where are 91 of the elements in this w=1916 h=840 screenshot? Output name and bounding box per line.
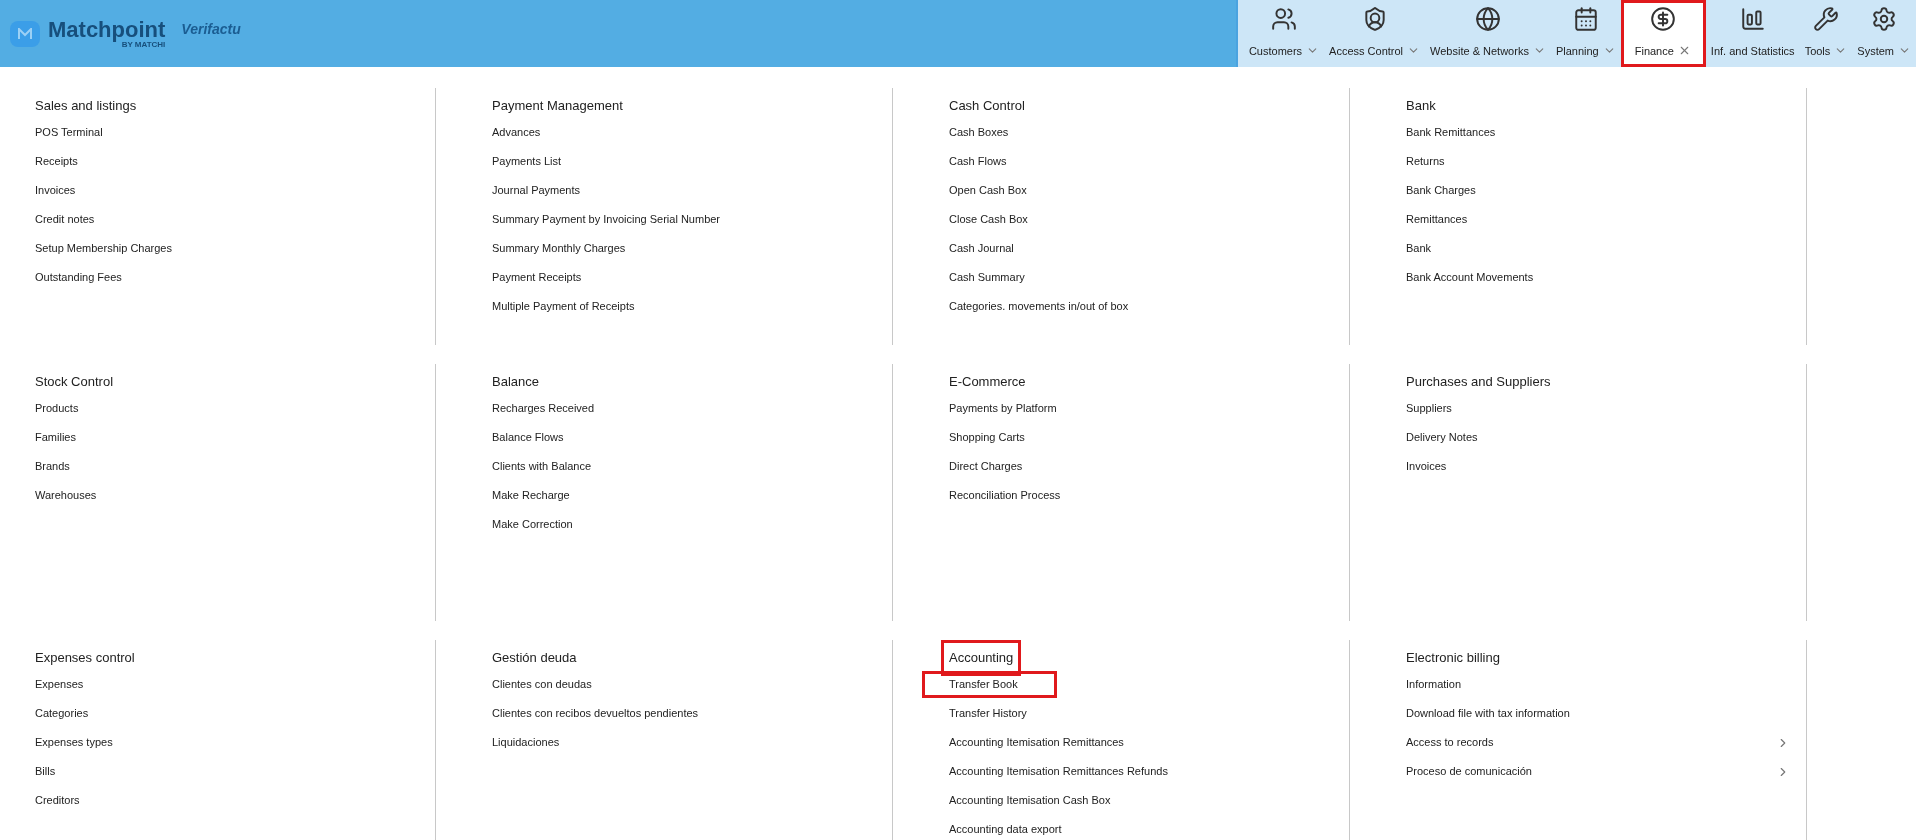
menu-link[interactable]: Expenses types (35, 734, 113, 751)
menu-link[interactable]: Bank Charges (1406, 182, 1476, 199)
menu-link[interactable]: Advances (492, 124, 541, 141)
menu-link[interactable]: Proceso de comunicación (1406, 763, 1532, 780)
menu-link[interactable]: Clients with Balance (492, 458, 592, 475)
wrench-icon (1812, 6, 1839, 32)
menu-link[interactable]: Payment Receipts (492, 269, 582, 286)
menu-link[interactable]: Make Correction (492, 516, 573, 533)
menu-link[interactable]: Liquidaciones (492, 734, 560, 751)
section-title: Gestión deuda (492, 649, 577, 668)
nav-tab[interactable]: System (1852, 0, 1916, 67)
section-title: Cash Control (949, 97, 1025, 116)
dollar-icon (1649, 6, 1676, 32)
menu-link[interactable]: Suppliers (1406, 400, 1452, 417)
menu-link[interactable]: Make Recharge (492, 487, 570, 504)
bar-chart-icon (1739, 6, 1766, 32)
menu-link[interactable]: Returns (1406, 153, 1445, 170)
menu-link[interactable]: Cash Summary (949, 269, 1025, 286)
menu-link[interactable]: Cash Journal (949, 240, 1014, 257)
nav-tab[interactable]: Access Control (1324, 0, 1426, 67)
section-title: Accounting (941, 640, 1022, 676)
menu-link[interactable]: Information (1406, 676, 1462, 693)
menu-link[interactable]: Clientes con recibos devueltos pendientes (492, 705, 699, 722)
section-title: Expenses control (35, 649, 135, 668)
menu-link[interactable]: Bank Remittances (1406, 124, 1496, 141)
section-title: Payment Management (492, 97, 623, 116)
nav-tab[interactable]: Website & Networks (1425, 0, 1551, 67)
menu-link[interactable]: Invoices (1406, 458, 1447, 475)
menu-link[interactable]: Summary Payment by Invoicing Serial Number (492, 211, 721, 228)
menu-link[interactable]: Transfer History (949, 705, 1027, 722)
menu-link[interactable]: Multiple Payment of Receipts (492, 298, 635, 315)
menu-link[interactable]: Bills (35, 763, 56, 780)
globe-icon (1474, 6, 1501, 32)
nav-tab[interactable]: Customers (1243, 0, 1325, 67)
menu-link[interactable]: Families (35, 429, 76, 446)
calendar-icon (1572, 6, 1599, 32)
menu-link[interactable]: Access to records (1406, 734, 1494, 751)
menu-link[interactable]: Download file with tax information (1406, 705, 1570, 722)
menu-link[interactable]: Categories. movements in/out of box (949, 298, 1129, 315)
menu-link[interactable]: Products (35, 400, 79, 417)
menu-link[interactable]: Receipts (35, 153, 78, 170)
menu-link[interactable]: Payments by Platform (949, 400, 1057, 417)
menu-link[interactable]: Accounting Itemisation Remittances Refunds (949, 763, 1168, 780)
menu-link[interactable]: Reconciliation Process (949, 487, 1061, 504)
nav-tab[interactable]: Inf. and Statistics (1705, 0, 1800, 67)
menu-link[interactable]: Transfer Book (922, 671, 1057, 698)
nav-tab[interactable]: Finance (1620, 0, 1706, 67)
section-title: Bank (1406, 97, 1436, 116)
section-title: Stock Control (35, 373, 114, 392)
partner-logo: Verifactu (181, 20, 241, 39)
menu-link[interactable]: Remittances (1406, 211, 1468, 228)
section-title: Sales and listings (35, 97, 137, 116)
menu-link[interactable]: Credit notes (35, 211, 95, 228)
menu-link[interactable]: POS Terminal (35, 124, 103, 141)
menu-link[interactable]: Clientes con deudas (492, 676, 592, 693)
menu-link[interactable]: Close Cash Box (949, 211, 1028, 228)
section-title: Electronic billing (1406, 649, 1500, 668)
section-title: E-Commerce (949, 373, 1026, 392)
logo-byline: BY MATCHI (121, 40, 166, 49)
menu-link[interactable]: Expenses (35, 676, 84, 693)
menu-link[interactable]: Warehouses (35, 487, 97, 504)
menu-link[interactable]: Open Cash Box (949, 182, 1027, 199)
menu-link[interactable]: Bank Account Movements (1406, 269, 1534, 286)
menu-link[interactable]: Creditors (35, 792, 80, 809)
menu-link[interactable]: Cash Flows (949, 153, 1007, 170)
logo-icon (10, 20, 40, 47)
menu-link[interactable]: Brands (35, 458, 70, 475)
menu-link[interactable]: Accounting data export (949, 821, 1062, 838)
menu-link[interactable]: Accounting Itemisation Remittances (949, 734, 1124, 751)
menu-link[interactable]: Recharges Received (492, 400, 595, 417)
menu-link[interactable]: Cash Boxes (949, 124, 1009, 141)
menu-link[interactable]: Setup Membership Charges (35, 240, 172, 257)
settings-icon (1871, 6, 1898, 32)
section-title: Purchases and Suppliers (1406, 373, 1551, 392)
users-icon (1271, 6, 1297, 32)
logo-text: Matchpoint (48, 18, 166, 41)
menu-link[interactable]: Outstanding Fees (35, 269, 122, 286)
menu-link[interactable]: Categories (35, 705, 89, 722)
menu-link[interactable]: Direct Charges (949, 458, 1023, 475)
menu-link[interactable]: Shopping Carts (949, 429, 1025, 446)
menu-link[interactable]: Delivery Notes (1406, 429, 1478, 446)
menu-link[interactable]: Invoices (35, 182, 76, 199)
menu-link[interactable]: Balance Flows (492, 429, 564, 446)
menu-link[interactable]: Journal Payments (492, 182, 581, 199)
menu-link[interactable]: Payments List (492, 153, 562, 170)
nav-tab[interactable]: Tools (1799, 0, 1853, 67)
menu-link[interactable]: Summary Monthly Charges (492, 240, 626, 257)
nav-tab[interactable]: Planning (1550, 0, 1621, 67)
menu-link[interactable]: Bank (1406, 240, 1432, 257)
section-title: Balance (492, 373, 539, 392)
menu-link[interactable]: Accounting Itemisation Cash Box (949, 792, 1111, 809)
